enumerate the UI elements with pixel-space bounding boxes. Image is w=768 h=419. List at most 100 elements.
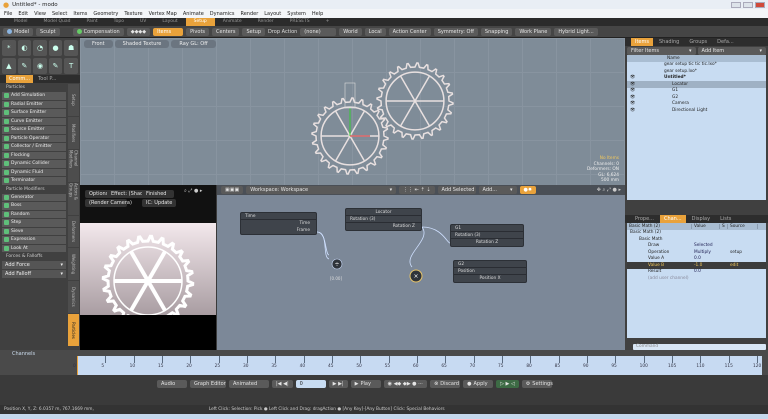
layout-tab-animate[interactable]: Animate [215,18,250,26]
audio-button[interactable]: Audio [157,380,187,388]
tool-item-boss[interactable]: Boss [2,202,66,210]
menu-texture[interactable]: Texture [124,11,142,17]
drop-action-select[interactable]: (none) [300,27,337,36]
filter-items-select[interactable]: Filter Items ▾ [627,47,696,55]
column-header[interactable]: Basic Math (2) [627,223,692,229]
action-center-select[interactable]: Action Center [388,27,431,36]
play-button[interactable]: ▶ Play [350,380,381,388]
section-header[interactable]: Forces & Falloffs [2,253,66,260]
hybrid-light-button[interactable]: Hybrid Light... [554,27,598,36]
tool-item-collector-emitter[interactable]: Collector / Emitter [2,143,66,151]
frame-input[interactable]: 0 [295,380,326,388]
node-g2[interactable]: G2 Position Position X [453,260,527,283]
timeline-ruler[interactable]: 0 5 10 15 20 25 30 35 40 45 50 55 60 65 70 75 80 85 90 95 10… [73,356,762,375]
step-forward-button[interactable]: ▶ ▶| [328,380,348,388]
menu-animate[interactable]: Animate [183,11,204,17]
menu-geometry[interactable]: Geometry [93,11,118,17]
tool-icon[interactable]: ✎ [17,58,32,74]
tool-item-step[interactable]: Step [2,219,66,227]
discard-button[interactable]: ⊗ Discard [430,380,461,388]
selection-mode-buttons[interactable]: ◆◆◆◆ [126,27,151,36]
world-button[interactable]: World [339,27,362,36]
tool-item-look-at[interactable]: Look At [2,244,66,252]
tool-item-dynamic-fluid[interactable]: Dynamic Fluid [2,168,66,176]
menu-items[interactable]: Items [73,11,87,17]
channel-row[interactable]: Operation Multiply setup [627,249,766,256]
vertical-tab[interactable]: Setup [68,84,79,116]
menu-edit[interactable]: Edit [18,11,28,17]
local-button[interactable]: Local [364,27,386,36]
preview-zoom-icon[interactable]: ⌕ ⤢ ● ▸ [184,188,202,194]
channel-row[interactable]: Value B -1.0 edit [627,262,766,269]
item-row[interactable]: 👁 Directional Light [627,107,766,114]
channel-row[interactable]: (add user channel) [627,275,766,282]
centers-button[interactable]: Centers [212,27,240,36]
node-time[interactable]: Time Time Frame [240,212,317,235]
tool-icon[interactable]: ● [48,40,63,56]
tool-icon[interactable]: ☗ [64,40,78,56]
vertical-tab[interactable]: Weighting [68,248,79,281]
left-tab[interactable]: Tool P... [35,75,59,83]
tool-icon[interactable]: * [2,40,16,56]
items-tab[interactable]: Items [631,38,653,46]
eye-icon[interactable]: 👁 [627,88,652,93]
column-header[interactable]: S [720,223,728,229]
tool-item-random[interactable]: Random [2,210,66,218]
vertical-tab[interactable]: Channel Modifiers [68,149,79,182]
eye-icon[interactable]: 👁 [627,95,652,100]
channels-tab[interactable]: Chan... [659,215,686,223]
update-button[interactable]: IC: Update [142,199,177,207]
vertical-tab[interactable]: Actors & Groups [68,182,79,215]
skip-back-button[interactable]: |◀ ◀| [272,380,293,388]
menu-render[interactable]: Render [240,11,258,17]
section-header[interactable]: Particles [2,84,66,91]
tool-icon[interactable]: ✎ [48,58,63,74]
settings-button[interactable]: ⚙ Settings [521,380,553,388]
channels-tab[interactable]: Lists [716,215,735,223]
layout-tab-setup[interactable]: Setup [185,18,215,26]
channel-value[interactable]: 0.0 [692,256,720,261]
compensation-button[interactable]: Compensation [72,27,124,36]
tool-item-expression[interactable]: Expression [2,236,66,244]
setup-button[interactable]: Setup [242,27,266,36]
graph-editor-button[interactable]: Graph Editor [190,380,226,388]
maximize-button[interactable] [743,1,753,8]
close-button[interactable] [755,1,765,8]
snapping-button[interactable]: Snapping [480,27,513,36]
eye-icon[interactable]: 👁 [627,108,652,113]
eye-icon[interactable]: 👁 [627,75,652,80]
layout-tab-render[interactable]: Render [250,18,282,26]
items-tab[interactable]: Shading [655,38,683,46]
minimize-button[interactable] [731,1,741,8]
menu-help[interactable]: Help [312,11,323,17]
menu-system[interactable]: System [287,11,306,17]
node-g1[interactable]: G1 Rotation (3) Rotation Z [450,224,524,247]
record-play-buttons[interactable]: ▷ ▶ ◁ [496,380,519,388]
tool-item-flocking[interactable]: Flocking [2,151,66,159]
tool-icon[interactable]: ◉ [33,58,47,74]
layout-tab-presets[interactable]: PRESETS [282,18,318,26]
tool-icon[interactable]: ▲ [2,58,16,74]
tool-icon[interactable]: ◐ [17,40,32,56]
items-tab[interactable]: Groups [685,38,711,46]
tool-icon[interactable]: ◔ [33,40,47,56]
menu-vertex-map[interactable]: Vertex Map [149,11,177,17]
items-mode-button[interactable]: Items [153,27,184,36]
items-tab[interactable]: Defa... [713,38,738,46]
pivots-button[interactable]: Pivots [186,27,210,36]
tool-icon[interactable]: T [64,58,78,74]
menu-layout[interactable]: Layout [264,11,281,17]
tool-item-terminator[interactable]: Terminator [2,177,66,185]
layout-tab-[interactable]: + [318,18,338,26]
vertical-tab[interactable]: Deformers [68,215,79,248]
layout-tab-topo[interactable]: Topo [106,18,132,26]
node-locator[interactable]: Locator Rotation (3) Rotation Z [345,208,422,231]
column-header[interactable]: Source [728,223,758,229]
menu-view[interactable]: View [34,11,46,17]
tool-item-generator[interactable]: Generator [2,193,66,201]
dropdown-add-falloff[interactable]: Add Falloff ▾ [2,270,66,278]
channel-value[interactable]: Selected [692,243,720,248]
vertical-tab[interactable]: Modifiers [68,116,79,149]
layout-tab-uv[interactable]: UV [132,18,154,26]
layout-tab-model[interactable]: Model [6,18,36,26]
